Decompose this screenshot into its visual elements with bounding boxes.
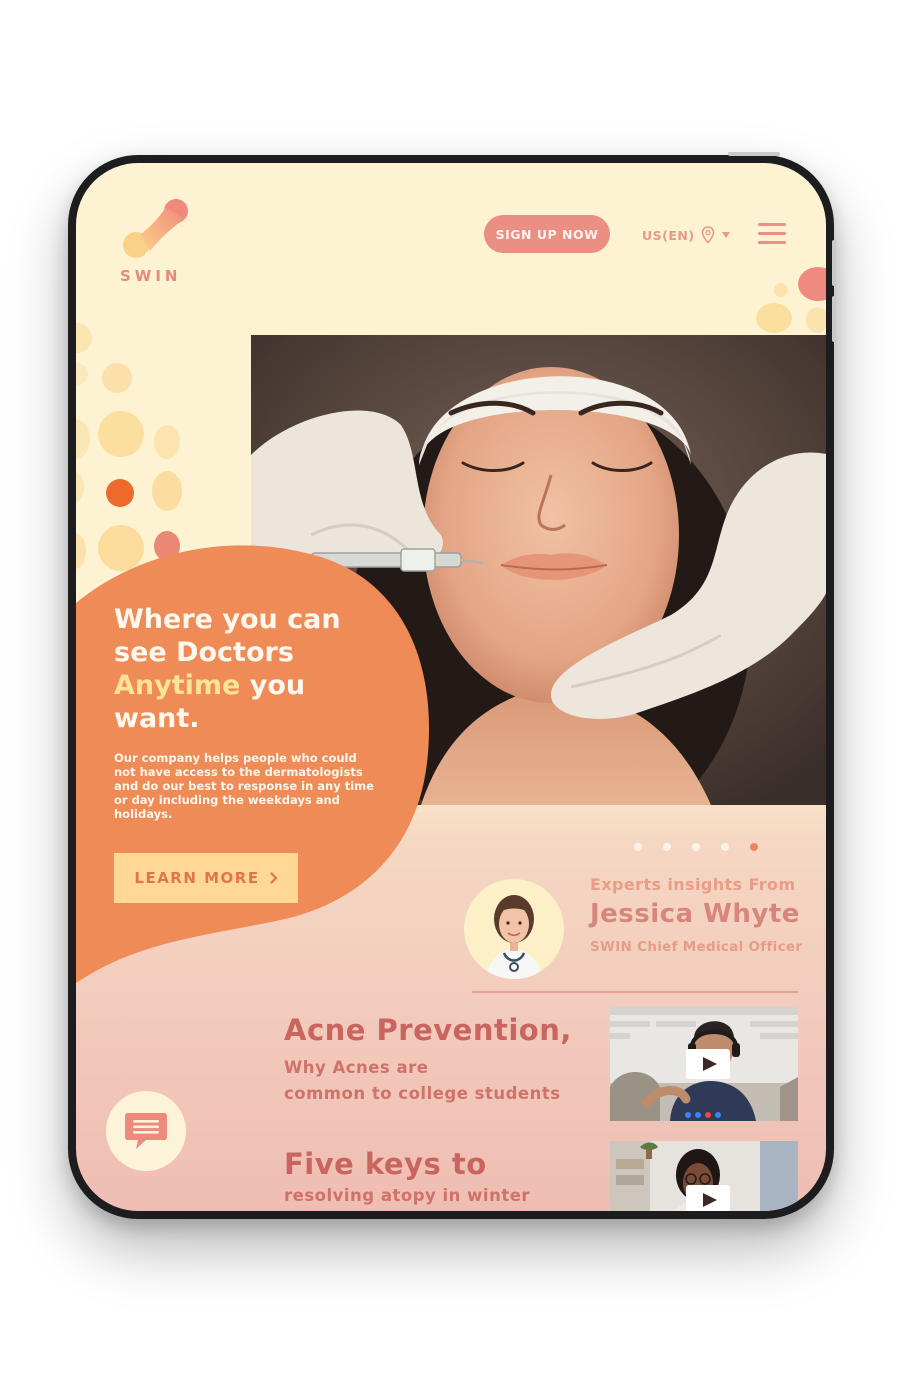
decor-dot (798, 267, 826, 301)
brand-logo[interactable]: SWIN (118, 197, 198, 293)
chat-bubble-icon (125, 1113, 167, 1149)
locale-label: US(EN) (642, 227, 695, 243)
expert-role: SWIN Chief Medical Officer (590, 939, 803, 955)
decor-dot (76, 363, 88, 385)
decor-dot (102, 363, 132, 393)
brand-logo-mark (123, 199, 188, 258)
article-subtitle: resolving atopy in winter (284, 1183, 594, 1209)
section-divider (472, 991, 798, 993)
hero-headline-line3: Anytime you (114, 669, 374, 702)
device-volume-down-button (832, 296, 836, 342)
brand-name: SWIN (120, 267, 182, 285)
hero-headline-line3-rest: you (240, 670, 306, 701)
learn-more-label: LEARN MORE (134, 869, 260, 887)
expert-avatar[interactable] (464, 879, 564, 979)
location-pin-icon (701, 226, 714, 244)
decor-dot (154, 425, 180, 459)
video-thumbnail[interactable] (610, 1141, 798, 1211)
decor-dot (76, 419, 90, 459)
device-volume-up-button (832, 240, 836, 286)
expert-intro-label: Experts insights From (590, 875, 796, 894)
sign-up-button[interactable]: SIGN UP NOW (484, 215, 610, 253)
chat-button[interactable] (106, 1091, 186, 1171)
caret-down-icon (721, 232, 730, 238)
carousel-pagination (634, 843, 758, 851)
decor-dot (756, 303, 792, 333)
play-icon[interactable] (686, 1185, 730, 1211)
app-screen: SWIN SIGN UP NOW US(EN) Where you can se… (76, 163, 826, 1211)
decor-dot (98, 411, 144, 457)
hero-headline-line4: want. (114, 703, 200, 734)
decor-dot (774, 283, 788, 297)
decor-dot (76, 323, 92, 353)
article-title[interactable]: Five keys to (284, 1147, 584, 1181)
carousel-dot[interactable] (750, 843, 758, 851)
article-subtitle-line: common to college students (284, 1084, 561, 1103)
chevron-right-icon (270, 872, 277, 884)
article-title[interactable]: Acne Prevention, (284, 1013, 584, 1047)
decor-dot (76, 471, 84, 503)
video-thumbnail[interactable] (610, 1007, 798, 1121)
article-subtitle-line: resolving atopy in winter (284, 1186, 531, 1205)
hero-headline-line1: Where you can (114, 604, 341, 635)
hero-description: Our company helps people who could not h… (114, 751, 374, 821)
article-subtitle: Why Acnes are common to college students (284, 1055, 594, 1107)
hero-headline: Where you can see Doctors Anytime you wa… (114, 603, 374, 735)
article-subtitle-line: Why Acnes are (284, 1058, 429, 1077)
carousel-dot[interactable] (692, 843, 700, 851)
hamburger-menu-icon[interactable] (758, 221, 788, 247)
play-icon[interactable] (686, 1049, 730, 1079)
decor-dot (806, 307, 826, 333)
decor-dot-orange (106, 479, 134, 507)
learn-more-button[interactable]: LEARN MORE (114, 853, 298, 903)
device-power-button (728, 152, 780, 156)
carousel-dot[interactable] (721, 843, 729, 851)
locale-selector[interactable]: US(EN) (642, 225, 731, 245)
expert-name[interactable]: Jessica Whyte (590, 899, 820, 929)
tablet-device-frame: SWIN SIGN UP NOW US(EN) Where you can se… (68, 155, 834, 1219)
decor-dot (152, 471, 182, 511)
hero-headline-accent: Anytime (114, 670, 241, 701)
hero-headline-line2: see Doctors (114, 637, 294, 668)
carousel-dot[interactable] (634, 843, 642, 851)
carousel-dot[interactable] (663, 843, 671, 851)
